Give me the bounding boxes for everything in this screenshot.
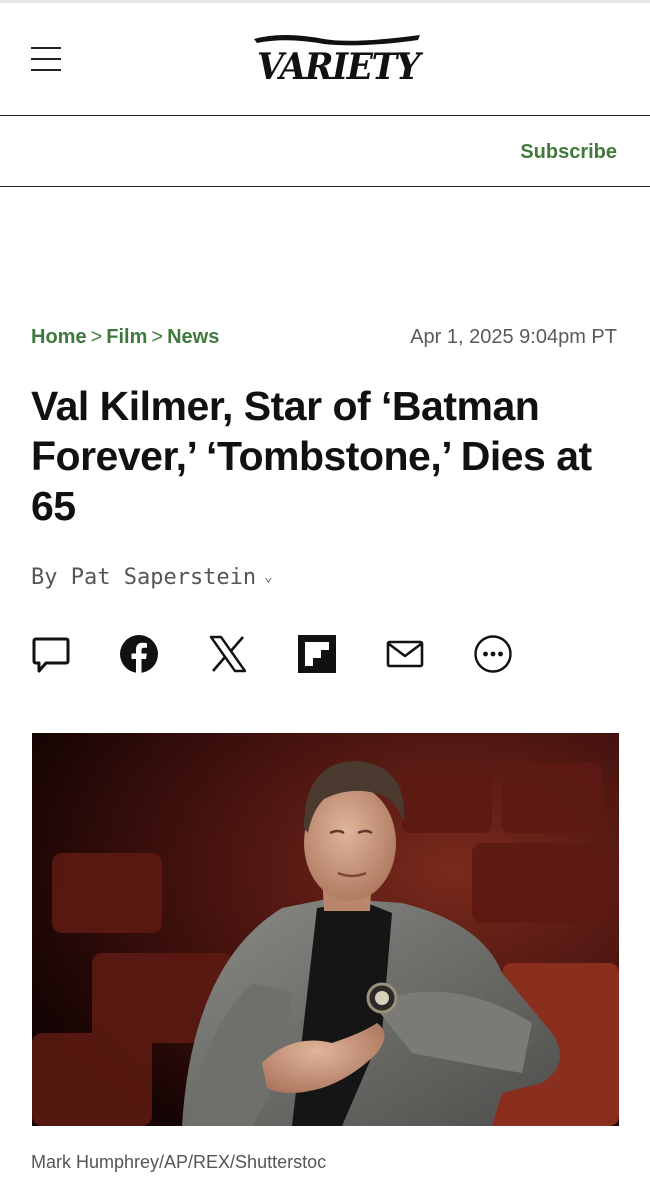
comment-icon[interactable] bbox=[31, 634, 71, 674]
email-icon[interactable] bbox=[385, 634, 425, 674]
breadcrumb: Home > Film > News bbox=[31, 326, 219, 349]
breadcrumb-film[interactable]: Film bbox=[106, 326, 147, 348]
subscribe-bar: Subscribe bbox=[0, 116, 650, 187]
breadcrumb-home[interactable]: Home bbox=[31, 326, 87, 348]
x-icon[interactable] bbox=[208, 634, 248, 674]
breadcrumb-separator: > bbox=[90, 326, 103, 348]
flipboard-icon[interactable] bbox=[297, 634, 337, 674]
svg-text:VARIETY: VARIETY bbox=[257, 46, 424, 87]
chevron-down-icon: ⌄ bbox=[264, 569, 273, 585]
facebook-icon[interactable] bbox=[119, 634, 159, 674]
article-title: Val Kilmer, Star of ‘Batman Forever,’ ‘T… bbox=[31, 383, 592, 529]
publish-timestamp: Apr 1, 2025 9:04pm PT bbox=[410, 326, 617, 348]
author-name: By Pat Saperstein bbox=[31, 565, 257, 590]
article-hero-image[interactable] bbox=[32, 733, 619, 1126]
breadcrumb-news[interactable]: News bbox=[167, 326, 219, 348]
image-caption: Mark Humphrey/AP/REX/Shutterstoc bbox=[31, 1152, 327, 1172]
hamburger-menu-icon[interactable] bbox=[31, 46, 61, 72]
site-header: VARIETY bbox=[0, 3, 650, 116]
variety-logo[interactable]: VARIETY bbox=[252, 33, 424, 87]
breadcrumb-separator: > bbox=[151, 326, 164, 348]
more-icon[interactable] bbox=[473, 634, 513, 674]
byline[interactable]: By Pat Saperstein ⌄ bbox=[31, 565, 273, 590]
subscribe-link[interactable]: Subscribe bbox=[520, 141, 617, 164]
